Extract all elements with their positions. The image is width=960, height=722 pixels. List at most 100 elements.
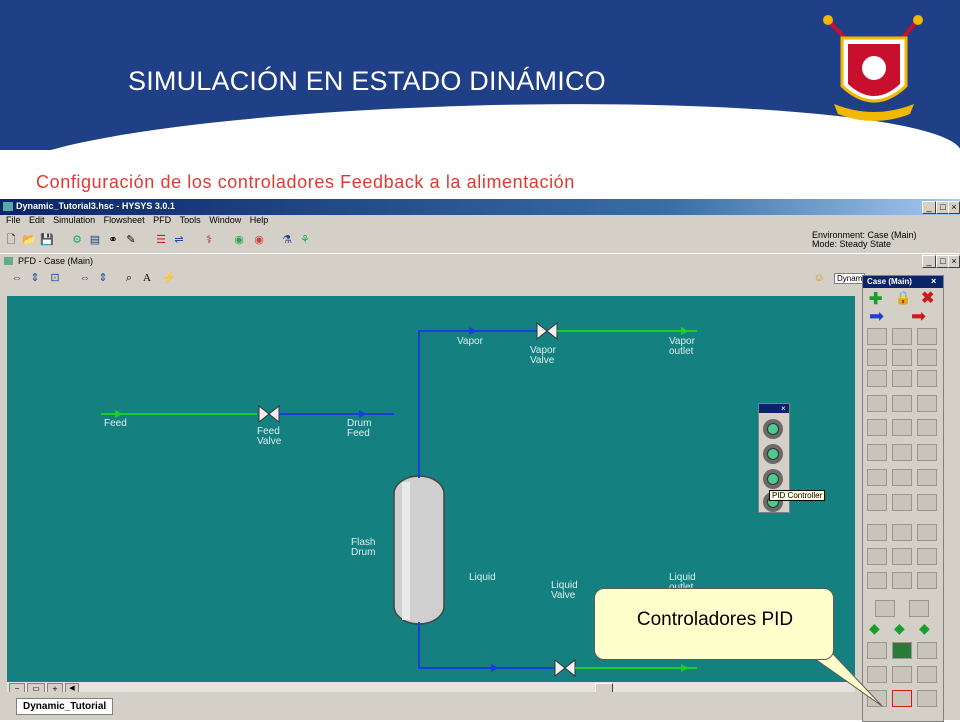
sub-flowsheet-icon[interactable] (875, 600, 895, 617)
menu-simulation[interactable]: Simulation (53, 215, 95, 225)
tee-icon[interactable] (892, 444, 912, 461)
vapor-outlet-arrow (681, 327, 689, 335)
compressor-icon[interactable] (892, 395, 912, 412)
dynamics-tab-label[interactable]: Dynam (834, 273, 866, 284)
distillation-icon[interactable] (867, 524, 887, 541)
menu-pfd[interactable]: PFD (153, 215, 171, 225)
expander-icon[interactable] (917, 395, 937, 412)
open-folder-icon[interactable]: 📂 (22, 234, 36, 247)
heater-icon[interactable] (867, 349, 887, 366)
three-phase-separator-icon[interactable] (892, 328, 912, 345)
fired-heater-icon[interactable] (892, 370, 912, 387)
attach-mode-icon[interactable]: ⇕ (96, 272, 110, 285)
flash-drum (393, 475, 445, 625)
face-icon[interactable]: ☺ (812, 272, 826, 285)
relief-valve-icon[interactable] (867, 469, 887, 486)
tab-dynamic-tutorial[interactable]: Dynamic_Tutorial (16, 698, 114, 715)
controller-palette-close-icon[interactable]: × (781, 404, 786, 413)
vapor-stream (418, 330, 539, 478)
pid-controller-palette-icon[interactable] (917, 666, 937, 683)
diamond-op-3-icon[interactable]: ◆ (919, 620, 930, 637)
object-palette-close-icon[interactable]: × (931, 276, 936, 286)
selector-button[interactable] (763, 444, 783, 464)
drag-mode-icon[interactable]: ⇔ (78, 272, 92, 285)
diamond-op-1-icon[interactable]: ◆ (869, 620, 880, 637)
solver-icon[interactable]: ⚕ (202, 234, 216, 247)
menu-edit[interactable]: Edit (29, 215, 45, 225)
label-tool-icon[interactable]: A (140, 272, 154, 285)
short-cut-column-icon[interactable] (892, 494, 912, 511)
mixer-icon[interactable] (917, 444, 937, 461)
pid-controller-tooltip: PID Controller (769, 490, 826, 501)
ratio-controller-icon[interactable] (892, 666, 912, 683)
valve-icon[interactable] (867, 444, 887, 461)
notes-icon[interactable]: ✎ (124, 234, 138, 247)
menu-window[interactable]: Window (209, 215, 241, 225)
size-mode-icon[interactable]: ⇔ (10, 272, 24, 285)
component-splitter-icon[interactable] (892, 469, 912, 486)
flask-icon[interactable]: ⚗ (280, 234, 294, 247)
reboiled-absorber-icon[interactable] (892, 524, 912, 541)
reactor-g-icon[interactable] (867, 419, 887, 436)
cooler-icon[interactable] (892, 349, 912, 366)
vapor-valve-right (546, 321, 558, 341)
set-icon[interactable] (892, 572, 912, 589)
reactor-cstr-icon[interactable] (892, 419, 912, 436)
close-button[interactable]: × (948, 201, 960, 214)
components-icon[interactable]: ⚙ (70, 234, 84, 247)
minimize-button[interactable]: _ (922, 201, 936, 214)
pid-controller-button[interactable] (763, 469, 783, 489)
menu-file[interactable]: File (6, 215, 21, 225)
feed-label: Feed (104, 418, 127, 429)
custom-column-icon[interactable] (909, 600, 929, 617)
menu-flowsheet[interactable]: Flowsheet (104, 215, 145, 225)
auto-position-icon[interactable]: ⇕ (28, 272, 42, 285)
lock-icon[interactable]: 🔒 (895, 290, 911, 306)
reactor-pfr-icon[interactable] (917, 419, 937, 436)
column-icon[interactable] (917, 469, 937, 486)
pump-icon[interactable] (867, 395, 887, 412)
absorber-icon[interactable] (917, 494, 937, 511)
workbook-icon[interactable]: ☰ (154, 234, 168, 247)
liquid-liquid-extractor-icon[interactable] (892, 548, 912, 565)
liquid-outlet-arrow (681, 664, 689, 672)
adjust-icon[interactable] (867, 572, 887, 589)
material-stream-icon[interactable]: ➡ (869, 306, 884, 327)
dynamic-mode-icon[interactable]: ◉ (252, 234, 266, 247)
diamond-op-2-icon[interactable]: ◆ (894, 620, 905, 637)
menu-bar: File Edit Simulation Flowsheet PFD Tools… (0, 215, 960, 229)
menu-help[interactable]: Help (250, 215, 269, 225)
selected-controller-icon[interactable] (892, 690, 912, 707)
tank-icon[interactable] (917, 328, 937, 345)
energy-stream-icon[interactable]: ➡ (911, 306, 926, 327)
mpc-icon[interactable] (917, 690, 937, 707)
lng-exchanger-icon[interactable] (917, 370, 937, 387)
pfd-window-icon (4, 257, 13, 265)
neural-net-icon[interactable] (892, 642, 912, 659)
steady-state-icon[interactable]: ◉ (232, 234, 246, 247)
zoom-icon[interactable]: ⌕ (122, 272, 136, 285)
menu-tools[interactable]: Tools (180, 215, 201, 225)
pfd-icon[interactable]: ⇌ (172, 234, 186, 247)
binoculars-icon[interactable]: ⚭ (106, 234, 120, 247)
object-palette-title-bar: Case (Main) × (863, 276, 943, 288)
transfer-function-button[interactable] (763, 419, 783, 439)
app-icon (3, 202, 13, 211)
air-cooler-icon[interactable] (867, 370, 887, 387)
fluid-package-icon[interactable]: ▤ (88, 234, 102, 247)
balance-icon[interactable] (917, 572, 937, 589)
new-file-icon[interactable]: 🗋 (4, 234, 18, 247)
three-phase-column-icon[interactable] (867, 548, 887, 565)
delete-object-icon[interactable]: ✖ (921, 288, 934, 308)
save-icon[interactable]: 💾 (40, 234, 54, 247)
heat-exchanger-icon[interactable] (917, 349, 937, 366)
refluxed-absorber-icon[interactable] (917, 524, 937, 541)
separator-icon[interactable] (867, 328, 887, 345)
integrator-icon[interactable]: ⚘ (298, 234, 312, 247)
zoom-all-icon[interactable]: ⊡ (48, 272, 62, 285)
logical-op-icon[interactable] (917, 642, 937, 659)
liquid-valve-right (564, 658, 576, 678)
pipe-segment-icon[interactable] (867, 494, 887, 511)
recycle-icon[interactable] (917, 548, 937, 565)
lightning-icon[interactable]: ⚡ (162, 272, 176, 285)
